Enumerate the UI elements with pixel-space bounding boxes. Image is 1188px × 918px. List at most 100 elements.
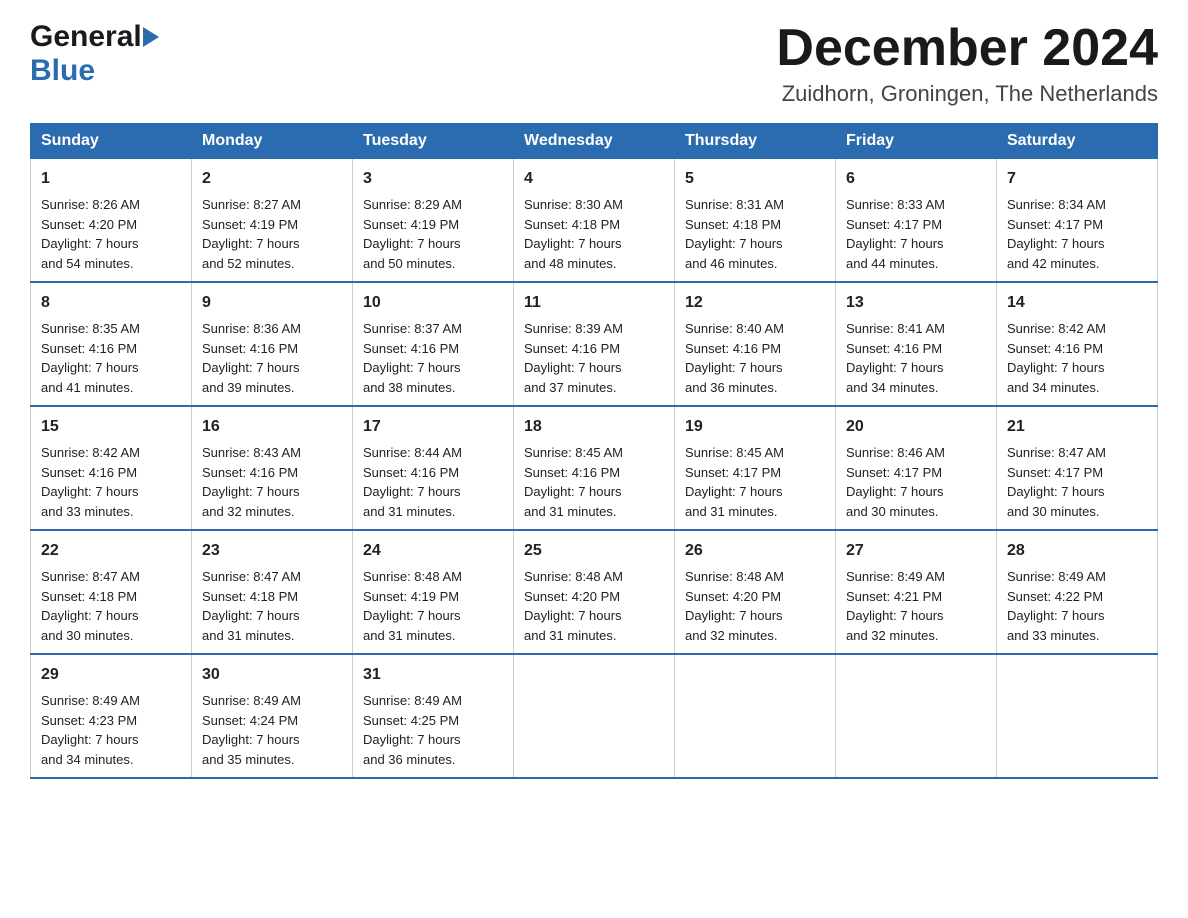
calendar-cell: 20 Sunrise: 8:46 AM Sunset: 4:17 PM Dayli…	[836, 406, 997, 530]
day-number: 10	[363, 291, 503, 315]
day-info: Sunrise: 8:31 AM Sunset: 4:18 PM Dayligh…	[685, 195, 825, 273]
calendar-cell: 2Sunrise: 8:27 AM Sunset: 4:19 PM Daylig…	[192, 159, 353, 283]
calendar-cell: 28 Sunrise: 8:49 AM Sunset: 4:22 PM Dayli…	[997, 530, 1158, 654]
day-info: Sunrise: 8:49 AM Sunset: 4:23 PM Dayligh…	[41, 691, 181, 769]
calendar-week-row: 8Sunrise: 8:35 AM Sunset: 4:16 PM Daylig…	[31, 282, 1158, 406]
calendar-cell: 11 Sunrise: 8:39 AM Sunset: 4:16 PM Dayli…	[514, 282, 675, 406]
column-header-thursday: Thursday	[675, 124, 836, 159]
title-block: December 2024 Zuidhorn, Groningen, The N…	[776, 20, 1158, 107]
day-number: 31	[363, 663, 503, 687]
day-info: Sunrise: 8:36 AM Sunset: 4:16 PM Dayligh…	[202, 319, 342, 397]
day-info: Sunrise: 8:49 AM Sunset: 4:25 PM Dayligh…	[363, 691, 503, 769]
day-number: 27	[846, 539, 986, 563]
calendar-cell: 26 Sunrise: 8:48 AM Sunset: 4:20 PM Dayli…	[675, 530, 836, 654]
calendar-cell: 16 Sunrise: 8:43 AM Sunset: 4:16 PM Dayli…	[192, 406, 353, 530]
day-number: 11	[524, 291, 664, 315]
day-number: 19	[685, 415, 825, 439]
column-header-monday: Monday	[192, 124, 353, 159]
day-number: 20	[846, 415, 986, 439]
day-info: Sunrise: 8:42 AM Sunset: 4:16 PM Dayligh…	[41, 443, 181, 521]
day-info: Sunrise: 8:48 AM Sunset: 4:19 PM Dayligh…	[363, 567, 503, 645]
calendar-cell: 13 Sunrise: 8:41 AM Sunset: 4:16 PM Dayli…	[836, 282, 997, 406]
day-number: 4	[524, 167, 664, 191]
calendar-cell: 22 Sunrise: 8:47 AM Sunset: 4:18 PM Dayli…	[31, 530, 192, 654]
calendar-cell: 23 Sunrise: 8:47 AM Sunset: 4:18 PM Dayli…	[192, 530, 353, 654]
calendar-cell: 14Sunrise: 8:42 AM Sunset: 4:16 PM Dayli…	[997, 282, 1158, 406]
logo-general-text: General	[30, 20, 142, 54]
day-info: Sunrise: 8:41 AM Sunset: 4:16 PM Dayligh…	[846, 319, 986, 397]
day-info: Sunrise: 8:37 AM Sunset: 4:16 PM Dayligh…	[363, 319, 503, 397]
day-info: Sunrise: 8:48 AM Sunset: 4:20 PM Dayligh…	[685, 567, 825, 645]
calendar-week-row: 15 Sunrise: 8:42 AM Sunset: 4:16 PM Dayli…	[31, 406, 1158, 530]
day-info: Sunrise: 8:45 AM Sunset: 4:17 PM Dayligh…	[685, 443, 825, 521]
calendar-cell: 21Sunrise: 8:47 AM Sunset: 4:17 PM Dayli…	[997, 406, 1158, 530]
calendar-week-row: 1 Sunrise: 8:26 AM Sunset: 4:20 PM Daylig…	[31, 159, 1158, 283]
day-number: 18	[524, 415, 664, 439]
calendar-header-row: SundayMondayTuesdayWednesdayThursdayFrid…	[31, 124, 1158, 159]
day-info: Sunrise: 8:26 AM Sunset: 4:20 PM Dayligh…	[41, 195, 181, 273]
calendar-cell	[514, 654, 675, 778]
calendar-cell: 25 Sunrise: 8:48 AM Sunset: 4:20 PM Dayli…	[514, 530, 675, 654]
day-info: Sunrise: 8:46 AM Sunset: 4:17 PM Dayligh…	[846, 443, 986, 521]
calendar-cell: 31 Sunrise: 8:49 AM Sunset: 4:25 PM Dayli…	[353, 654, 514, 778]
calendar-cell: 9 Sunrise: 8:36 AM Sunset: 4:16 PM Daylig…	[192, 282, 353, 406]
day-info: Sunrise: 8:43 AM Sunset: 4:16 PM Dayligh…	[202, 443, 342, 521]
column-header-sunday: Sunday	[31, 124, 192, 159]
logo-blue-text: Blue	[30, 54, 95, 87]
day-info: Sunrise: 8:47 AM Sunset: 4:18 PM Dayligh…	[202, 567, 342, 645]
day-number: 14	[1007, 291, 1147, 315]
day-number: 1	[41, 167, 181, 191]
day-info: Sunrise: 8:40 AM Sunset: 4:16 PM Dayligh…	[685, 319, 825, 397]
calendar-cell: 6 Sunrise: 8:33 AM Sunset: 4:17 PM Daylig…	[836, 159, 997, 283]
day-number: 25	[524, 539, 664, 563]
day-number: 30	[202, 663, 342, 687]
calendar-cell: 10 Sunrise: 8:37 AM Sunset: 4:16 PM Dayli…	[353, 282, 514, 406]
day-info: Sunrise: 8:29 AM Sunset: 4:19 PM Dayligh…	[363, 195, 503, 273]
day-number: 28	[1007, 539, 1147, 563]
column-header-wednesday: Wednesday	[514, 124, 675, 159]
day-info: Sunrise: 8:34 AM Sunset: 4:17 PM Dayligh…	[1007, 195, 1147, 273]
day-info: Sunrise: 8:33 AM Sunset: 4:17 PM Dayligh…	[846, 195, 986, 273]
calendar-cell: 30 Sunrise: 8:49 AM Sunset: 4:24 PM Dayli…	[192, 654, 353, 778]
day-number: 17	[363, 415, 503, 439]
day-number: 13	[846, 291, 986, 315]
calendar-cell: 4Sunrise: 8:30 AM Sunset: 4:18 PM Daylig…	[514, 159, 675, 283]
day-info: Sunrise: 8:35 AM Sunset: 4:16 PM Dayligh…	[41, 319, 181, 397]
day-number: 6	[846, 167, 986, 191]
column-header-friday: Friday	[836, 124, 997, 159]
day-number: 26	[685, 539, 825, 563]
calendar-cell: 18 Sunrise: 8:45 AM Sunset: 4:16 PM Dayli…	[514, 406, 675, 530]
calendar-week-row: 29Sunrise: 8:49 AM Sunset: 4:23 PM Dayli…	[31, 654, 1158, 778]
day-number: 12	[685, 291, 825, 315]
day-info: Sunrise: 8:47 AM Sunset: 4:18 PM Dayligh…	[41, 567, 181, 645]
day-number: 9	[202, 291, 342, 315]
calendar-cell	[675, 654, 836, 778]
day-number: 5	[685, 167, 825, 191]
day-number: 16	[202, 415, 342, 439]
day-info: Sunrise: 8:45 AM Sunset: 4:16 PM Dayligh…	[524, 443, 664, 521]
calendar-cell: 19 Sunrise: 8:45 AM Sunset: 4:17 PM Dayli…	[675, 406, 836, 530]
calendar-cell: 29Sunrise: 8:49 AM Sunset: 4:23 PM Dayli…	[31, 654, 192, 778]
day-number: 22	[41, 539, 181, 563]
column-header-saturday: Saturday	[997, 124, 1158, 159]
main-title: December 2024	[776, 20, 1158, 77]
calendar-cell: 3Sunrise: 8:29 AM Sunset: 4:19 PM Daylig…	[353, 159, 514, 283]
subtitle: Zuidhorn, Groningen, The Netherlands	[776, 81, 1158, 107]
day-number: 23	[202, 539, 342, 563]
page-header: General Blue December 2024 Zuidhorn, Gro…	[30, 20, 1158, 107]
calendar-cell	[997, 654, 1158, 778]
day-info: Sunrise: 8:49 AM Sunset: 4:22 PM Dayligh…	[1007, 567, 1147, 645]
day-info: Sunrise: 8:39 AM Sunset: 4:16 PM Dayligh…	[524, 319, 664, 397]
calendar-cell: 27Sunrise: 8:49 AM Sunset: 4:21 PM Dayli…	[836, 530, 997, 654]
day-info: Sunrise: 8:48 AM Sunset: 4:20 PM Dayligh…	[524, 567, 664, 645]
day-info: Sunrise: 8:49 AM Sunset: 4:24 PM Dayligh…	[202, 691, 342, 769]
logo-triangle-icon	[143, 27, 159, 47]
day-info: Sunrise: 8:47 AM Sunset: 4:17 PM Dayligh…	[1007, 443, 1147, 521]
day-number: 15	[41, 415, 181, 439]
calendar-cell: 15 Sunrise: 8:42 AM Sunset: 4:16 PM Dayli…	[31, 406, 192, 530]
calendar-cell: 12 Sunrise: 8:40 AM Sunset: 4:16 PM Dayli…	[675, 282, 836, 406]
day-info: Sunrise: 8:44 AM Sunset: 4:16 PM Dayligh…	[363, 443, 503, 521]
calendar-cell: 17 Sunrise: 8:44 AM Sunset: 4:16 PM Dayli…	[353, 406, 514, 530]
calendar-cell: 24Sunrise: 8:48 AM Sunset: 4:19 PM Dayli…	[353, 530, 514, 654]
calendar-cell: 7Sunrise: 8:34 AM Sunset: 4:17 PM Daylig…	[997, 159, 1158, 283]
